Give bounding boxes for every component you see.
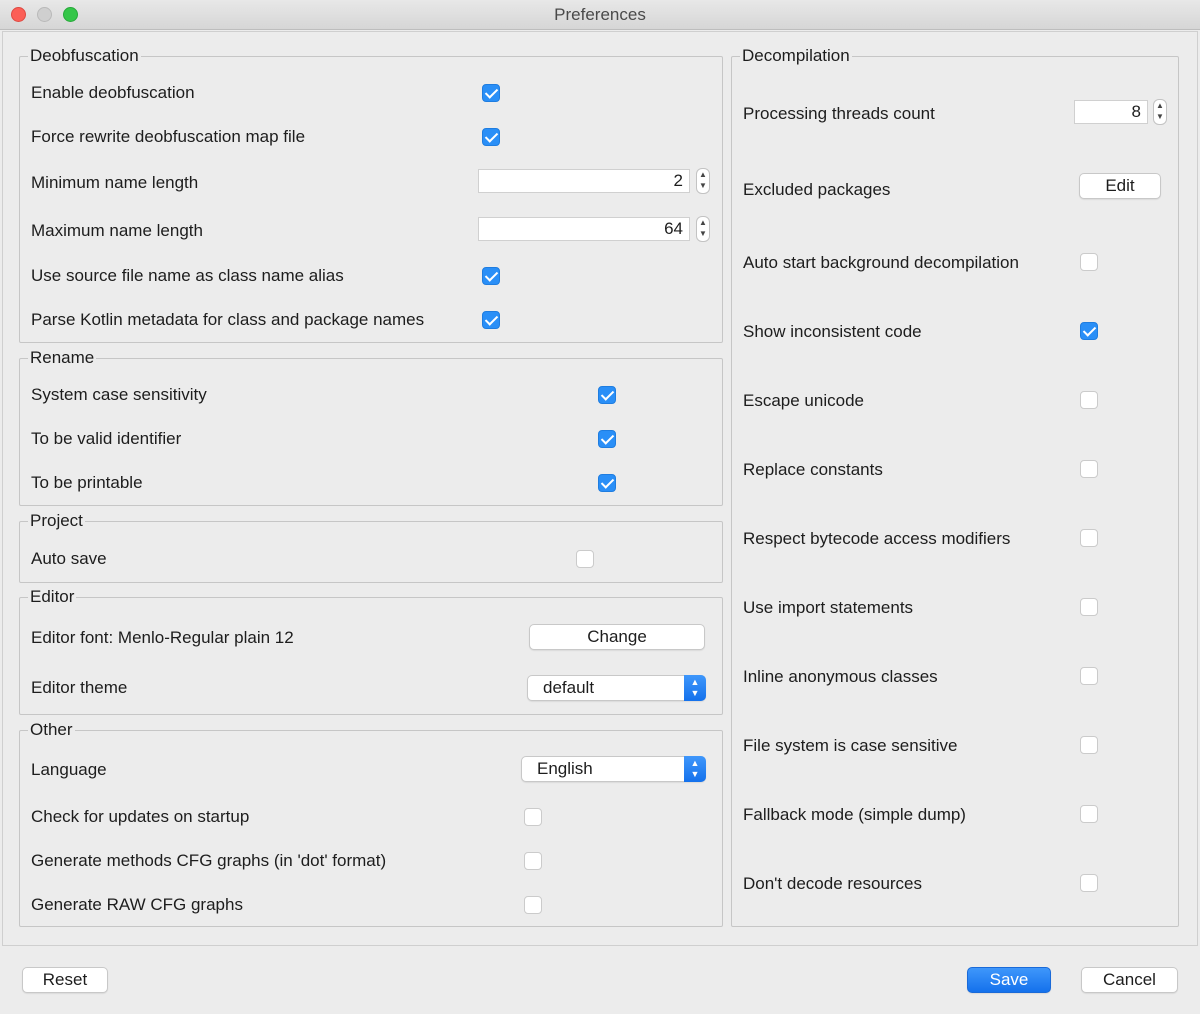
escape-unicode-label: Escape unicode (743, 391, 864, 410)
editor-legend: Editor (28, 587, 77, 607)
language-label: Language (31, 760, 107, 779)
language-value: English (537, 759, 593, 778)
printable-label: To be printable (31, 473, 143, 492)
threads-count-input[interactable]: 8 (1074, 100, 1148, 124)
editor-group: Editor Editor font: Menlo-Regular plain … (19, 587, 723, 715)
select-arrows-icon: ▲ ▼ (684, 756, 706, 782)
threads-count-label: Processing threads count (743, 104, 935, 123)
min-name-length-label: Minimum name length (31, 173, 199, 192)
replace-constants-checkbox[interactable] (1080, 460, 1098, 478)
editor-theme-value: default (543, 678, 595, 697)
parse-kotlin-checkbox[interactable] (482, 311, 500, 329)
chevron-up-icon[interactable]: ▲ (699, 170, 707, 179)
language-select[interactable]: English ▲ ▼ (521, 756, 706, 782)
dont-decode-label: Don't decode resources (743, 874, 923, 893)
cfg-raw-checkbox[interactable] (524, 896, 542, 914)
reset-button[interactable]: Reset (22, 967, 108, 993)
cfg-dot-checkbox[interactable] (524, 852, 542, 870)
auto-save-checkbox[interactable] (576, 550, 594, 568)
max-name-length-input[interactable]: 64 (478, 217, 690, 241)
enable-deobfuscation-label: Enable deobfuscation (31, 83, 195, 102)
use-imports-checkbox[interactable] (1080, 598, 1098, 616)
editor-font-label: Editor font: Menlo-Regular plain 12 (31, 628, 294, 647)
project-group: Project Auto save (19, 511, 723, 583)
cfg-dot-label: Generate methods CFG graphs (in 'dot' fo… (31, 851, 387, 870)
show-inconsistent-label: Show inconsistent code (743, 322, 922, 341)
title-bar: Preferences (0, 0, 1200, 30)
min-name-length-stepper[interactable]: ▲ ▼ (696, 168, 710, 194)
inline-anonymous-label: Inline anonymous classes (743, 667, 938, 686)
editor-theme-select[interactable]: default ▲ ▼ (527, 675, 706, 701)
show-inconsistent-checkbox[interactable] (1080, 322, 1098, 340)
editor-theme-label: Editor theme (31, 678, 128, 697)
force-rewrite-label: Force rewrite deobfuscation map file (31, 127, 306, 146)
escape-unicode-checkbox[interactable] (1080, 391, 1098, 409)
excluded-packages-label: Excluded packages (743, 180, 891, 199)
chevron-down-icon[interactable]: ▼ (699, 181, 707, 190)
inline-anonymous-checkbox[interactable] (1080, 667, 1098, 685)
system-case-sensitivity-label: System case sensitivity (31, 385, 207, 404)
system-case-sensitivity-checkbox[interactable] (598, 386, 616, 404)
cfg-raw-label: Generate RAW CFG graphs (31, 895, 243, 914)
max-name-length-stepper[interactable]: ▲ ▼ (696, 216, 710, 242)
cancel-button[interactable]: Cancel (1081, 967, 1178, 993)
chevron-down-icon[interactable]: ▼ (1156, 112, 1164, 121)
deobfuscation-group: Deobfuscation Enable deobfuscation Force… (19, 46, 723, 343)
printable-checkbox[interactable] (598, 474, 616, 492)
chevron-down-icon[interactable]: ▼ (699, 229, 707, 238)
enable-deobfuscation-checkbox[interactable] (482, 84, 500, 102)
decompilation-legend: Decompilation (740, 46, 852, 66)
threads-count-stepper[interactable]: ▲ ▼ (1153, 99, 1167, 125)
fs-case-sensitive-checkbox[interactable] (1080, 736, 1098, 754)
use-imports-label: Use import statements (743, 598, 914, 617)
respect-bytecode-label: Respect bytecode access modifiers (743, 529, 1011, 548)
save-button[interactable]: Save (967, 967, 1051, 993)
auto-start-checkbox[interactable] (1080, 253, 1098, 271)
other-legend: Other (28, 720, 75, 740)
use-source-name-checkbox[interactable] (482, 267, 500, 285)
select-arrows-icon: ▲ ▼ (684, 675, 706, 701)
deobfuscation-legend: Deobfuscation (28, 46, 141, 66)
window-title: Preferences (554, 5, 646, 24)
max-name-length-label: Maximum name length (31, 221, 203, 240)
rename-legend: Rename (28, 348, 97, 368)
chevron-up-icon[interactable]: ▲ (699, 218, 707, 227)
parse-kotlin-label: Parse Kotlin metadata for class and pack… (31, 310, 425, 329)
force-rewrite-checkbox[interactable] (482, 128, 500, 146)
min-name-length-input[interactable]: 2 (478, 169, 690, 193)
respect-bytecode-checkbox[interactable] (1080, 529, 1098, 547)
valid-identifier-label: To be valid identifier (31, 429, 182, 448)
rename-group: Rename System case sensitivity To be val… (19, 348, 723, 506)
fs-case-sensitive-label: File system is case sensitive (743, 736, 958, 755)
chevron-up-icon[interactable]: ▲ (1156, 101, 1164, 110)
use-source-name-label: Use source file name as class name alias (31, 266, 344, 285)
check-updates-label: Check for updates on startup (31, 807, 250, 826)
project-legend: Project (28, 511, 85, 531)
change-font-button[interactable]: Change (529, 624, 705, 650)
preferences-content: Deobfuscation Enable deobfuscation Force… (2, 31, 1198, 946)
fallback-mode-checkbox[interactable] (1080, 805, 1098, 823)
replace-constants-label: Replace constants (743, 460, 883, 479)
other-group: Other Language English ▲ ▼ Check for upda… (19, 720, 723, 927)
auto-save-label: Auto save (31, 549, 107, 568)
valid-identifier-checkbox[interactable] (598, 430, 616, 448)
auto-start-label: Auto start background decompilation (743, 253, 1019, 272)
dont-decode-checkbox[interactable] (1080, 874, 1098, 892)
decompilation-group: Decompilation Processing threads count 8… (731, 46, 1179, 927)
fallback-mode-label: Fallback mode (simple dump) (743, 805, 966, 824)
edit-excluded-button[interactable]: Edit (1079, 173, 1161, 199)
check-updates-checkbox[interactable] (524, 808, 542, 826)
